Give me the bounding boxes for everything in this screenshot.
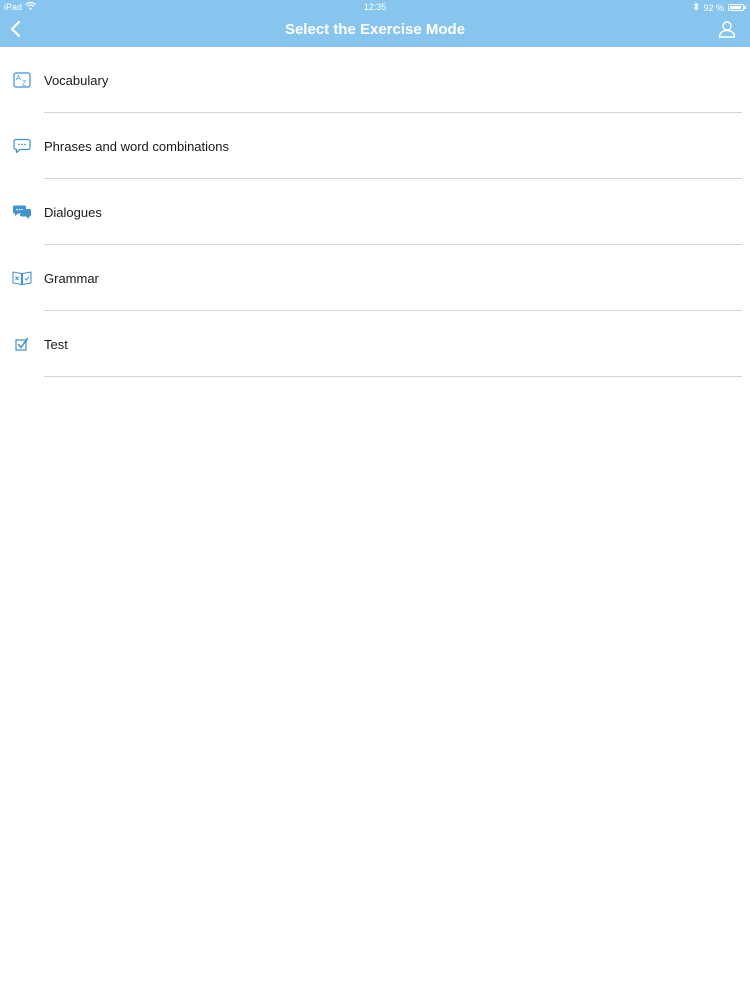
menu-item-dialogues[interactable]: Dialogues — [0, 179, 750, 245]
menu-item-test[interactable]: Test — [0, 311, 750, 377]
user-icon — [718, 20, 736, 43]
menu-item-label: Vocabulary — [44, 73, 109, 88]
open-book-icon — [12, 269, 32, 287]
menu-item-vocabulary[interactable]: A Z Vocabulary — [0, 47, 750, 113]
chat-bubble-icon — [12, 137, 32, 155]
bluetooth-icon — [693, 1, 700, 13]
menu-item-label: Test — [44, 337, 68, 352]
menu-item-label: Grammar — [44, 271, 99, 286]
top-bar: iPad 12:35 92 % Select the Exercise Mode — [0, 0, 750, 47]
dialogue-bubbles-icon — [12, 203, 32, 221]
menu-item-grammar[interactable]: Grammar — [0, 245, 750, 311]
checkbox-icon — [12, 335, 32, 353]
menu-item-phrases[interactable]: Phrases and word combinations — [0, 113, 750, 179]
battery-percent: 92 % — [703, 2, 724, 13]
profile-button[interactable] — [716, 20, 738, 42]
app-screen: iPad 12:35 92 % Select the Exercise Mode… — [0, 0, 750, 1000]
menu-item-label: Phrases and word combinations — [44, 139, 229, 154]
navigation-bar: Select the Exercise Mode — [0, 15, 750, 47]
divider — [44, 376, 742, 377]
exercise-mode-list: A Z Vocabulary Phrases and word combinat… — [0, 47, 750, 377]
status-bar: iPad 12:35 92 % — [0, 0, 750, 15]
page-title: Select the Exercise Mode — [284, 21, 466, 38]
battery-level — [730, 6, 742, 9]
status-time: 12:35 — [363, 2, 387, 12]
battery-icon — [728, 4, 746, 11]
svg-text:Z: Z — [22, 81, 27, 88]
svg-text:A: A — [16, 75, 21, 82]
status-right: 92 % — [693, 1, 746, 13]
menu-item-label: Dialogues — [44, 205, 102, 220]
az-dictionary-icon: A Z — [12, 71, 32, 89]
